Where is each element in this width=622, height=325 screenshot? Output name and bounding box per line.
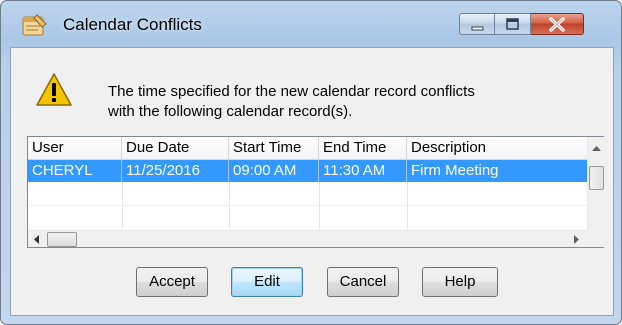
close-icon <box>549 17 565 32</box>
maximize-icon <box>506 18 519 30</box>
calendar-notepad-icon <box>22 14 47 36</box>
column-header-due-date[interactable]: Due Date <box>122 137 229 159</box>
scroll-left-icon[interactable] <box>34 235 40 244</box>
scroll-right-icon[interactable] <box>574 235 580 244</box>
window-title: Calendar Conflicts <box>63 15 202 34</box>
dialog-client-area: The time specified for the new calendar … <box>10 47 614 316</box>
close-button[interactable] <box>531 13 584 35</box>
column-header-end-time[interactable]: End Time <box>319 137 407 159</box>
warning-icon <box>36 73 72 106</box>
cell-due-date: 11/25/2016 <box>122 160 229 182</box>
edit-button[interactable]: Edit <box>231 267 303 297</box>
table-row[interactable]: CHERYL 11/25/2016 09:00 AM 11:30 AM Firm… <box>28 160 588 182</box>
calendar-conflicts-window: Calendar Conflicts The time specified fo… <box>0 0 622 325</box>
cell-start-time: 09:00 AM <box>229 160 319 182</box>
cell-user: CHERYL <box>28 160 122 182</box>
cell-end-time: 11:30 AM <box>319 160 407 182</box>
scroll-up-icon[interactable] <box>592 146 601 152</box>
vertical-scrollbar[interactable] <box>587 137 604 230</box>
maximize-button[interactable] <box>495 13 531 35</box>
help-button[interactable]: Help <box>422 267 498 297</box>
minimize-button[interactable] <box>459 13 495 35</box>
column-header-start-time[interactable]: Start Time <box>229 137 319 159</box>
horizontal-scrollbar[interactable] <box>28 230 587 247</box>
conflicts-list[interactable]: User Due Date Start Time End Time Descri… <box>27 136 604 248</box>
minimize-icon <box>471 26 484 31</box>
message-line-1: The time specified for the new calendar … <box>108 83 475 100</box>
cancel-button[interactable]: Cancel <box>327 267 399 297</box>
list-header: User Due Date Start Time End Time Descri… <box>28 137 588 160</box>
column-header-user[interactable]: User <box>28 137 122 159</box>
message-line-2: with the following calendar record(s). <box>108 103 353 120</box>
cell-description: Firm Meeting <box>411 162 499 179</box>
title-bar[interactable]: Calendar Conflicts <box>1 1 621 47</box>
accept-button[interactable]: Accept <box>136 267 208 297</box>
scroll-corner <box>587 230 604 247</box>
grid-divider <box>28 205 588 206</box>
column-header-description[interactable]: Description <box>407 137 588 159</box>
vertical-scroll-thumb[interactable] <box>589 166 604 190</box>
conflict-message: The time specified for the new calendar … <box>108 82 578 122</box>
horizontal-scroll-thumb[interactable] <box>47 232 77 247</box>
